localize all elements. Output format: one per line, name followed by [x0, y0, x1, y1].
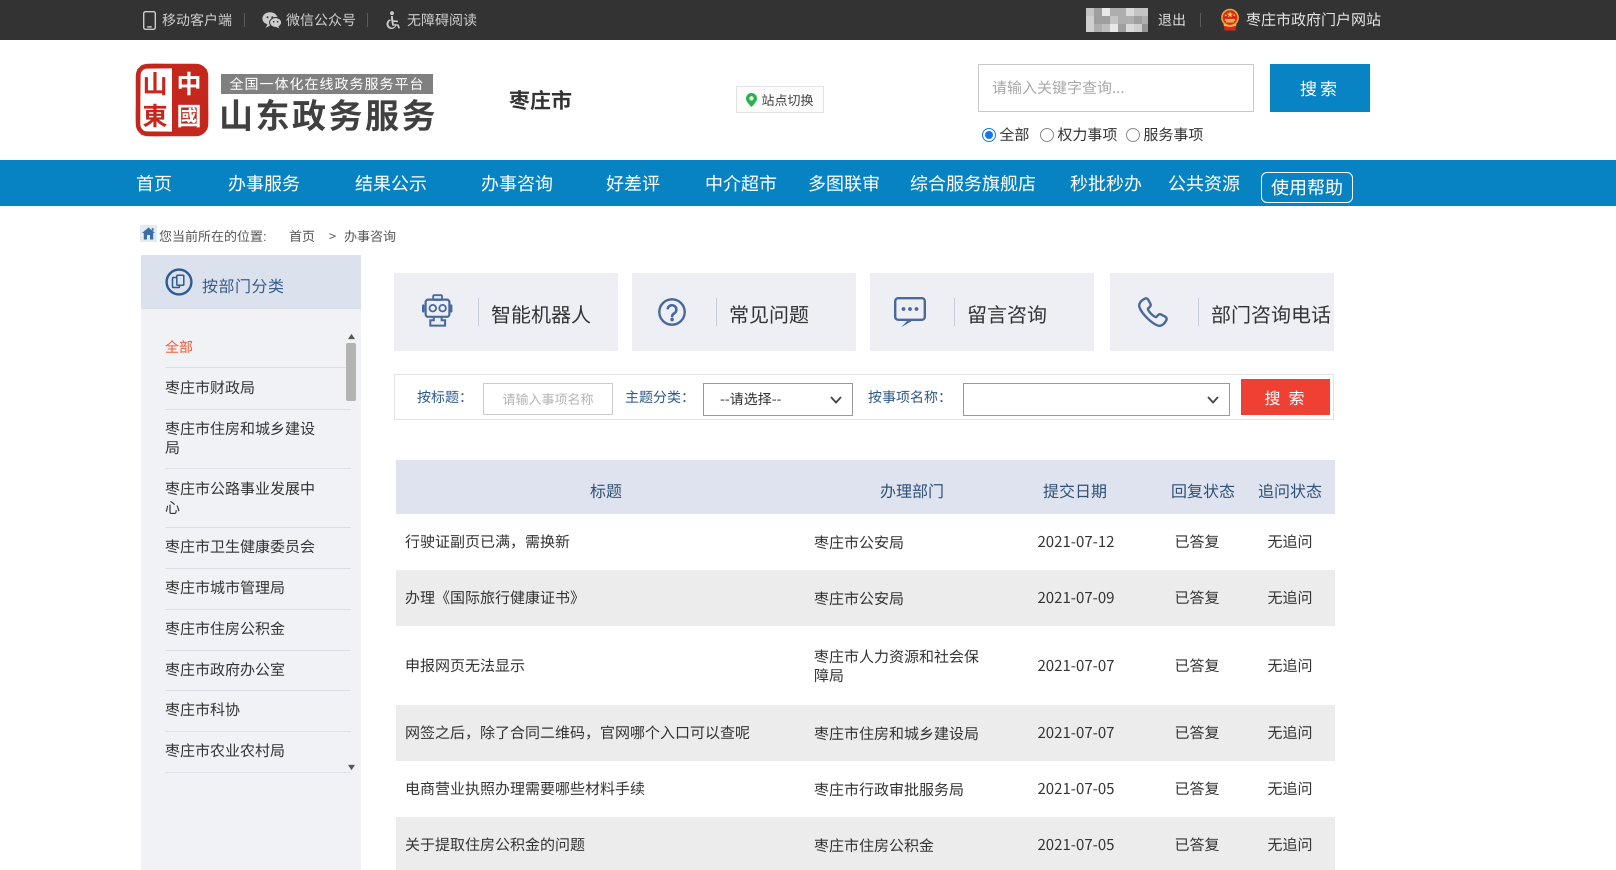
svg-text:中: 中	[176, 65, 201, 101]
svg-text:國: 國	[176, 97, 201, 133]
svg-text:東: 東	[142, 97, 167, 133]
svg-text:山: 山	[142, 65, 167, 101]
